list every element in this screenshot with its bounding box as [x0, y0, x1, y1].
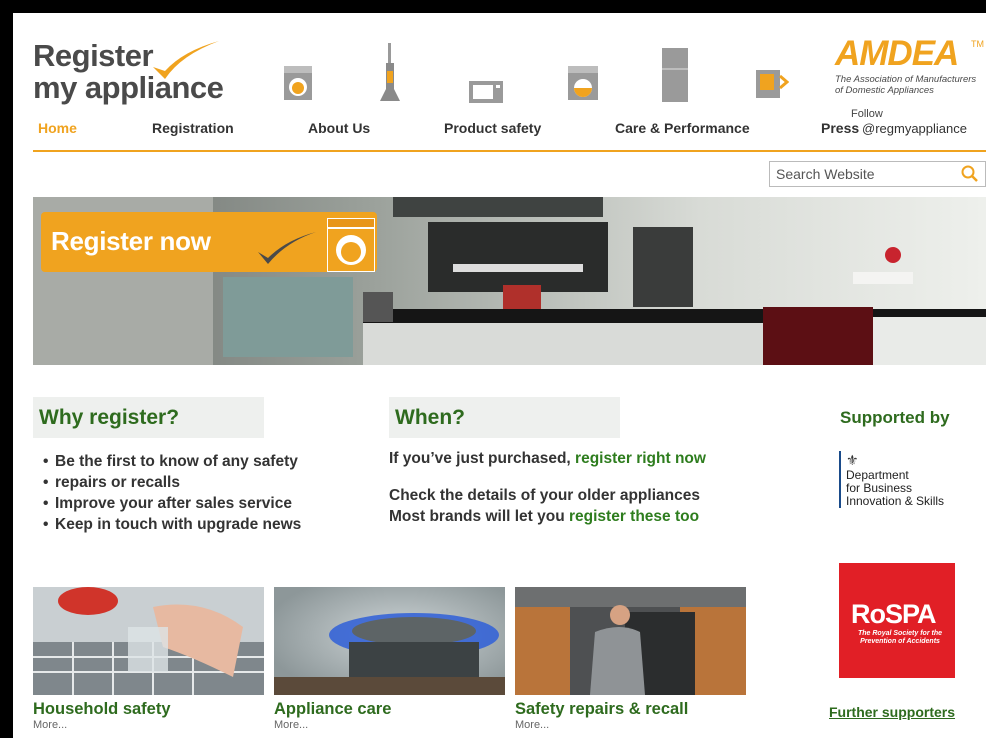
amdea-tm: TM	[971, 39, 984, 49]
list-item: Keep in touch with upgrade news	[43, 514, 301, 535]
list-item: Be the first to know of any safety	[43, 451, 301, 472]
dishwasher-photo	[33, 587, 264, 695]
fridge-icon	[662, 48, 688, 102]
washing-machine-icon	[327, 218, 375, 272]
dishwasher-icon	[568, 66, 598, 100]
tile-title[interactable]: Household safety	[33, 699, 264, 719]
washing-machine-icon	[284, 66, 312, 100]
tile-image[interactable]	[33, 587, 264, 695]
when-title: When?	[395, 406, 465, 429]
register-now-button[interactable]: Register now	[41, 212, 377, 272]
tile-image[interactable]	[515, 587, 746, 695]
register-right-now-link[interactable]: register right now	[575, 450, 706, 467]
twitter-handle-link[interactable]: @regmyappliance	[862, 121, 967, 136]
amdea-sub1: The Association of Manufacturers	[835, 74, 977, 85]
why-register-title: Why register?	[39, 406, 180, 429]
rospa-tagline: The Royal Society for the Prevention of …	[857, 630, 943, 645]
why-register-heading: Why register?	[33, 397, 264, 438]
royal-crest-icon: ⚜	[846, 452, 859, 468]
nav-care-performance[interactable]: Care & Performance	[615, 120, 750, 136]
nav-divider	[33, 150, 986, 152]
microwave-icon	[469, 81, 503, 103]
when-heading: When?	[389, 397, 620, 438]
tile-image[interactable]	[274, 587, 505, 695]
amdea-logo[interactable]: AMDEA TM The Association of Manufacturer…	[835, 34, 986, 96]
tile-more-link[interactable]: More...	[33, 719, 264, 731]
list-item-text: repairs or recalls	[55, 474, 180, 491]
when-line3-text: Most brands will let you	[389, 508, 569, 525]
when-line3: Most brands will let you register these …	[389, 508, 699, 526]
hero-banner: Register now	[33, 197, 986, 365]
list-item-cont: repairs or recalls	[43, 472, 301, 493]
vacuum-cleaner-icon	[380, 43, 400, 101]
logo-tick-icon	[153, 41, 219, 79]
repair-technician-photo	[515, 587, 746, 695]
page: Register my appliance AMDEA TM The Assoc…	[13, 13, 986, 738]
when-line1: If you’ve just purchased, register right…	[389, 450, 706, 468]
tile-more-link[interactable]: More...	[274, 719, 505, 731]
nav-press[interactable]: Press	[821, 120, 859, 136]
tile-title[interactable]: Safety repairs & recall	[515, 699, 746, 719]
bis-line3: Innovation & Skills	[846, 494, 945, 508]
search-icon[interactable]	[961, 165, 979, 183]
search-box	[769, 161, 986, 187]
gas-hob-photo	[274, 587, 505, 695]
tile-safety-repairs[interactable]: Safety repairs & recall More...	[515, 587, 746, 731]
follow-label: Follow	[851, 108, 883, 120]
nav-about[interactable]: About Us	[308, 120, 370, 136]
when-line2: Check the details of your older applianc…	[389, 487, 700, 504]
tile-title[interactable]: Appliance care	[274, 699, 505, 719]
why-register-list: Be the first to know of any safety repai…	[43, 451, 301, 535]
list-item: Improve your after sales service	[43, 493, 301, 514]
rospa-name: RoSPA	[851, 599, 937, 629]
kettle-icon	[756, 70, 789, 98]
tile-household-safety[interactable]: Household safety More...	[33, 587, 264, 731]
register-now-label: Register now	[51, 226, 211, 256]
search-input[interactable]	[770, 162, 955, 186]
register-these-too-link[interactable]: register these too	[569, 508, 699, 525]
tile-more-link[interactable]: More...	[515, 719, 746, 731]
tick-icon	[258, 232, 316, 264]
bis-logo[interactable]: ⚜ Department for Business Innovation & S…	[839, 451, 969, 508]
nav-product-safety[interactable]: Product safety	[444, 120, 541, 136]
tile-appliance-care[interactable]: Appliance care More...	[274, 587, 505, 731]
main-nav: Home Registration About Us Product safet…	[13, 120, 986, 142]
supported-by-heading: Supported by	[840, 408, 950, 427]
nav-home[interactable]: Home	[38, 120, 77, 136]
further-supporters-link[interactable]: Further supporters	[829, 704, 955, 720]
amdea-name: AMDEA	[835, 34, 959, 73]
rospa-logo[interactable]: RoSPA The Royal Society for the Preventi…	[839, 563, 955, 678]
amdea-sub2: of Domestic Appliances	[835, 85, 934, 96]
when-line1-text: If you’ve just purchased,	[389, 450, 576, 467]
nav-registration[interactable]: Registration	[152, 120, 234, 136]
